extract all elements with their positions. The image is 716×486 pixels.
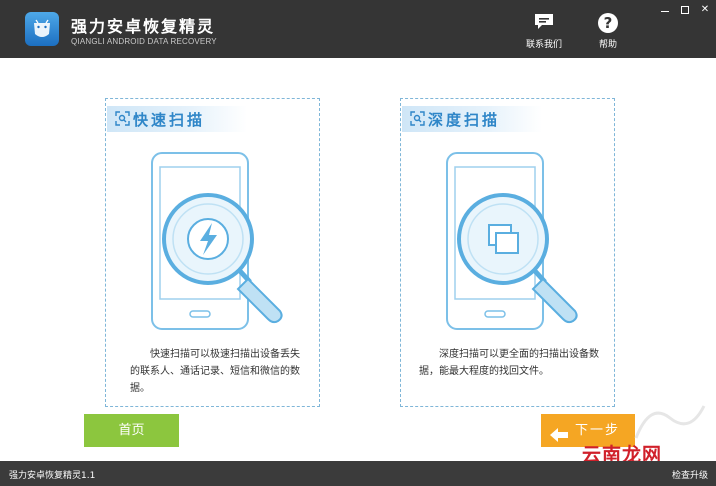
scan-frame-icon [115,111,130,130]
version-label: 强力安卓恢复精灵1.1 [9,471,96,481]
phone-magnifier-layers-illustration [441,151,591,335]
quick-scan-card[interactable]: 快速扫描 快速扫描可以极速扫描出设备丢失的联系人、通话记录、短信和微信的数据。 [105,98,320,407]
deep-scan-description: 深度扫描可以更全面的扫描出设备数据，能最大程度的找回文件。 [419,349,599,377]
check-update-link[interactable]: 检查升级 [672,468,708,481]
contact-us-button[interactable]: 联系我们 [517,12,571,50]
contact-us-label: 联系我们 [525,40,562,50]
quick-scan-title: 快速扫描 [133,111,206,129]
minimize-button[interactable] [658,4,672,16]
deep-scan-header: 深度扫描 [402,106,542,132]
maximize-button[interactable] [678,4,692,16]
status-bar: 强力安卓恢复精灵1.1 检查升级 [0,461,716,486]
arrow-left-icon [549,423,569,456]
svg-text:?: ? [604,14,613,32]
help-button[interactable]: ? 帮助 [581,12,635,50]
home-button[interactable]: 首页 [84,414,179,447]
help-label: 帮助 [598,40,617,50]
question-icon: ? [581,12,635,34]
close-button[interactable]: ✕ [698,4,712,16]
deep-scan-title: 深度扫描 [428,111,501,129]
scan-frame-icon [410,111,425,130]
chat-icon [517,12,571,34]
quick-scan-header: 快速扫描 [107,106,247,132]
phone-magnifier-lightning-illustration [146,151,296,335]
deep-scan-card[interactable]: 深度扫描 深度扫描可以更全面的扫描出设备数据，能最大程度的找回文件。 [400,98,615,407]
quick-scan-description: 快速扫描可以极速扫描出设备丢失的联系人、通话记录、短信和微信的数据。 [130,349,300,394]
app-subtitle: QIANGLI ANDROID DATA RECOVERY [71,37,217,46]
app-logo-icon [25,12,59,46]
title-bar: 强力安卓恢复精灵 QIANGLI ANDROID DATA RECOVERY 联… [0,0,716,58]
app-title: 强力安卓恢复精灵 [71,17,216,36]
